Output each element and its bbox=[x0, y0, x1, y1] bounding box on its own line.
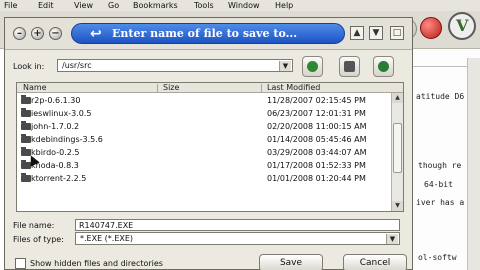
up-icon[interactable]: ▲ bbox=[350, 26, 364, 40]
file-modified: 01/17/2008 01:52:33 PM bbox=[267, 161, 366, 170]
page-text-line: ol-softw bbox=[418, 253, 457, 262]
look-in-combo[interactable]: /usr/src ▼ bbox=[57, 59, 293, 72]
file-name: kbirdo-0.2.5 bbox=[31, 148, 80, 157]
dialog-title: Enter name of file to save to... bbox=[112, 27, 298, 40]
file-list-scrollbar[interactable]: ▲ ▼ bbox=[391, 93, 403, 211]
maximize-icon[interactable]: □ bbox=[390, 26, 404, 40]
file-name: john-1.7.0.2 bbox=[31, 122, 80, 131]
browser-logo-icon: V bbox=[448, 12, 476, 40]
file-name-label: File name: bbox=[13, 221, 55, 230]
browser-scrollbar[interactable] bbox=[467, 58, 480, 270]
page-text-line: atitude D6 bbox=[416, 92, 465, 101]
menu-help[interactable]: Help bbox=[275, 0, 293, 11]
column-size[interactable]: Size bbox=[163, 83, 179, 93]
page-text-line: 64-bit bbox=[424, 180, 453, 189]
cancel-button[interactable]: Cancel bbox=[343, 254, 407, 270]
page-divider bbox=[410, 66, 470, 67]
file-modified: 11/28/2007 02:15:45 PM bbox=[267, 96, 366, 105]
folder-icon bbox=[21, 173, 31, 182]
menu-go[interactable]: Go bbox=[108, 0, 119, 11]
file-row[interactable]: john-1.7.0.2 02/20/2008 11:00:15 AM bbox=[17, 120, 391, 133]
scroll-up-icon[interactable]: ▲ bbox=[392, 93, 403, 103]
file-name: ieswlinux-3.0.5 bbox=[31, 109, 92, 118]
look-in-label: Look in: bbox=[13, 62, 45, 71]
browser-menubar: File Edit View Go Bookmarks Tools Window… bbox=[0, 0, 480, 11]
file-row[interactable]: ktorrent-2.2.5 01/01/2008 01:20:44 PM bbox=[17, 172, 391, 185]
scroll-down-icon[interactable]: ▼ bbox=[392, 201, 403, 211]
menu-window[interactable]: Window bbox=[228, 0, 260, 11]
file-name-value: R140747.EXE bbox=[79, 221, 134, 230]
file-row[interactable]: knoda-0.8.3 01/17/2008 01:52:33 PM bbox=[17, 159, 391, 172]
file-row[interactable]: ieswlinux-3.0.5 06/23/2007 12:01:31 PM bbox=[17, 107, 391, 120]
page-text-line: iver has a bbox=[416, 198, 465, 207]
file-list[interactable]: Name Size Last Modified r2p-0.6.1.30 11/… bbox=[16, 82, 404, 212]
column-last-modified[interactable]: Last Modified bbox=[267, 83, 320, 93]
file-name-field[interactable]: R140747.EXE bbox=[75, 219, 400, 231]
file-type-label: Files of type: bbox=[13, 235, 64, 244]
new-folder-button[interactable] bbox=[373, 56, 394, 77]
add-icon[interactable]: + bbox=[31, 27, 44, 40]
file-modified: 03/29/2008 03:44:07 AM bbox=[267, 148, 367, 157]
close-icon[interactable]: – bbox=[13, 27, 26, 40]
save-icon: ↩ bbox=[90, 26, 102, 42]
new-folder-icon bbox=[378, 61, 389, 72]
chevron-down-icon[interactable]: ▼ bbox=[279, 61, 291, 71]
menu-bookmarks[interactable]: Bookmarks bbox=[133, 0, 178, 11]
look-in-value: /usr/src bbox=[62, 61, 92, 70]
chevron-down-icon[interactable]: ▼ bbox=[386, 234, 398, 244]
folder-icon bbox=[21, 95, 31, 104]
go-back-button[interactable] bbox=[302, 56, 323, 77]
file-name: kdebindings-3.5.6 bbox=[31, 135, 103, 144]
show-hidden-label: Show hidden files and directories bbox=[30, 259, 163, 268]
file-row[interactable]: kbirdo-0.2.5 03/29/2008 03:44:07 AM bbox=[17, 146, 391, 159]
file-row[interactable]: r2p-0.6.1.30 11/28/2007 02:15:45 PM bbox=[17, 94, 391, 107]
save-button[interactable]: Save bbox=[259, 254, 323, 270]
down-icon[interactable]: ▼ bbox=[369, 26, 383, 40]
menu-view[interactable]: View bbox=[74, 0, 93, 11]
file-modified: 06/23/2007 12:01:31 PM bbox=[267, 109, 366, 118]
file-type-value: *.EXE (*.EXE) bbox=[80, 234, 134, 243]
show-hidden-checkbox[interactable] bbox=[15, 258, 26, 269]
file-name: ktorrent-2.2.5 bbox=[31, 174, 87, 183]
file-row[interactable]: kdebindings-3.5.6 01/14/2008 05:45:46 AM bbox=[17, 133, 391, 146]
home-folder-button[interactable] bbox=[339, 56, 360, 77]
dialog-title-bar: ↩ Enter name of file to save to... bbox=[71, 23, 345, 44]
scroll-thumb[interactable] bbox=[393, 123, 402, 173]
page-text-line: though re bbox=[418, 161, 462, 170]
save-file-dialog: – + − ↩ Enter name of file to save to...… bbox=[4, 17, 413, 270]
menu-edit[interactable]: Edit bbox=[38, 0, 54, 11]
file-type-combo[interactable]: *.EXE (*.EXE) ▼ bbox=[75, 232, 400, 245]
minus-icon[interactable]: − bbox=[49, 27, 62, 40]
file-list-header: Name Size Last Modified bbox=[17, 83, 403, 93]
home-icon bbox=[344, 61, 355, 72]
file-modified: 01/01/2008 01:20:44 PM bbox=[267, 174, 366, 183]
browser-stop-icon[interactable] bbox=[420, 17, 442, 39]
folder-icon bbox=[21, 121, 31, 130]
folder-icon bbox=[21, 108, 31, 117]
file-name: r2p-0.6.1.30 bbox=[31, 96, 81, 105]
column-name[interactable]: Name bbox=[23, 83, 47, 93]
file-modified: 01/14/2008 05:45:46 AM bbox=[267, 135, 367, 144]
dialog-titlebar[interactable]: – + − ↩ Enter name of file to save to...… bbox=[5, 18, 412, 50]
menu-tools[interactable]: Tools bbox=[194, 0, 214, 11]
menu-file[interactable]: File bbox=[4, 0, 17, 11]
back-arrow-icon bbox=[307, 61, 318, 72]
folder-icon bbox=[21, 134, 31, 143]
file-modified: 02/20/2008 11:00:15 AM bbox=[267, 122, 367, 131]
